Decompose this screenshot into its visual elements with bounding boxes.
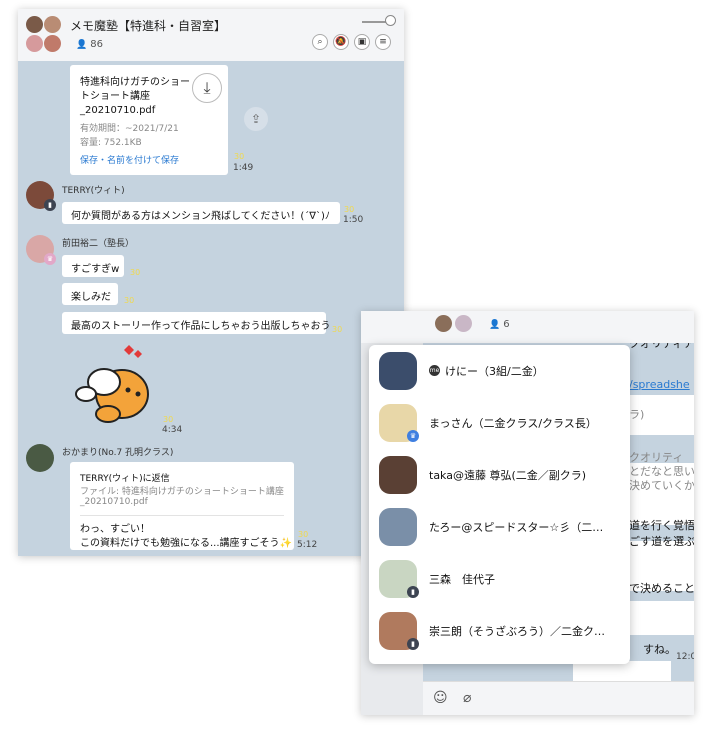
input-toolbar: ☺ ⌀ (423, 681, 694, 715)
attachment-icon[interactable]: ⌀ (463, 690, 471, 706)
message-time: 4:34 (162, 425, 183, 435)
sender-name: 前田裕二（塾長） (62, 239, 135, 249)
chat-header: 👤 6 (361, 311, 694, 343)
pc-badge-icon: ▮ (407, 638, 419, 650)
sticker-image[interactable] (68, 342, 156, 430)
chat-title: メモ魔塾【特進科・自習室】 (70, 19, 227, 33)
message-time: 1:49 (233, 163, 254, 173)
reply-file-line: ファイル: 特進科向けガチのショートショート講座 (80, 487, 284, 497)
message-bubble[interactable]: 何か質問がある方はメンション飛ばしてください！(´∇`)ﾉ (62, 202, 340, 224)
save-link[interactable]: 保存・名前を付けて保存 (80, 153, 179, 166)
member-row[interactable]: ▮ 三森 佳代子 (369, 553, 630, 605)
read-count: 30 (234, 152, 245, 161)
member-row[interactable]: taka@遠藤 尊弘(二金／副クラ) (369, 449, 630, 501)
background-text: で決めること (629, 582, 694, 595)
search-icon[interactable]: ⌕ (312, 34, 328, 50)
reply-file-line: _20210710.pdf (80, 497, 148, 507)
file-size: 容量: 752.1KB (80, 138, 142, 148)
member-name: taka@遠藤 尊弘(二金／副クラ) (429, 469, 587, 482)
reply-divider (80, 515, 284, 516)
message-bubble[interactable]: すごすぎw (62, 255, 124, 277)
background-bubble (619, 601, 694, 635)
member-count-value: 86 (90, 39, 103, 50)
sender-name: TERRY(ウィト) (62, 186, 125, 196)
member-name: まっさん（二金クラス/クラス長） (429, 417, 597, 430)
member-name: 崇三朗（そうざぶろう）／二金ク… (429, 625, 605, 638)
avatar-okamari[interactable] (26, 444, 54, 472)
read-count: 30 (163, 415, 174, 424)
member-list-popup: me けにー（3組/二金） ♛ まっさん（二金クラス/クラス長） taka@遠藤… (369, 345, 630, 664)
background-text: ごす道を選ぶ (629, 535, 694, 548)
reply-message[interactable]: TERRY(ウィト)に返信 ファイル: 特進科向けガチのショートショート講座 _… (70, 462, 294, 550)
group-avatar-4 (44, 35, 61, 52)
member-avatar (379, 352, 417, 390)
message-time: 5:12 (297, 540, 318, 550)
group-avatar-2 (44, 16, 61, 33)
file-name-line: トショート講座 (80, 91, 150, 102)
background-text: 道を行く覚悟 (629, 519, 694, 532)
chat-window-main: メモ魔塾【特進科・自習室】 👤 86 ⌕ 🔕 ▣ ≡ 特進科向けガチのショー トシ… (18, 9, 404, 556)
member-name: 三森 佳代子 (429, 573, 495, 586)
read-count: 30 (124, 296, 135, 305)
read-count: 30 (130, 268, 141, 277)
crown-badge-icon: ♛ (44, 253, 56, 265)
file-name-line: _20210710.pdf (80, 105, 156, 116)
read-count: 30 (344, 205, 355, 214)
member-avatar (379, 508, 417, 546)
reply-text-line: この資料だけでも勉強になる...講座すごそう✨ (80, 538, 292, 549)
background-link[interactable]: /spreadshe (629, 378, 690, 391)
reply-text-line: わっ、すごい！ (80, 524, 150, 535)
message-time: 1:50 (343, 215, 364, 225)
member-count[interactable]: 👤 6 (489, 319, 510, 330)
chat-header: メモ魔塾【特進科・自習室】 👤 86 ⌕ 🔕 ▣ ≡ (18, 9, 404, 61)
emoji-icon[interactable]: ☺ (433, 690, 448, 706)
group-avatar-1 (26, 16, 43, 33)
member-name: けにー（3組/二金） (445, 365, 544, 378)
menu-icon[interactable]: ≡ (375, 34, 391, 50)
person-icon: 👤 (489, 320, 501, 330)
file-name-line: 特進科向けガチのショー (80, 77, 190, 88)
pc-badge-icon: ▮ (407, 586, 419, 598)
file-expiry: 有効期間：~2021/7/21 (80, 124, 179, 134)
member-row[interactable]: ♛ まっさん（二金クラス/クラス長） (369, 397, 630, 449)
reply-to-label: TERRY(ウィト)に返信 (80, 474, 170, 484)
file-message[interactable]: 特進科向けガチのショー トショート講座 _20210710.pdf ⤓ 有効期間… (70, 65, 228, 175)
mute-icon[interactable]: 🔕 (333, 34, 349, 50)
opacity-slider-knob[interactable] (385, 15, 396, 26)
share-icon[interactable]: ⇪ (244, 107, 268, 131)
me-badge-icon: me (429, 365, 440, 376)
message-bubble[interactable]: 楽しみだ (62, 283, 118, 305)
read-count: 30 (332, 325, 343, 334)
background-text: 決めていくか (629, 479, 694, 492)
message-time: 12:0 (676, 652, 694, 662)
download-icon[interactable]: ⤓ (192, 73, 222, 103)
member-row[interactable]: ▮ 崇三朗（そうざぶろう）／二金ク… (369, 605, 630, 657)
member-avatar (379, 456, 417, 494)
message-bubble[interactable]: 最高のストーリー作って作品にしちゃおう出版しちゃおう (62, 312, 331, 334)
member-name: たろー@スピードスター☆彡（二… (429, 521, 604, 534)
group-avatar-1 (435, 315, 452, 332)
file-name: 特進科向けガチのショー トショート講座 _20210710.pdf (80, 76, 198, 118)
background-text: ラ) (629, 408, 645, 421)
background-text: すね。 (643, 643, 676, 656)
album-icon[interactable]: ▣ (354, 34, 370, 50)
member-count-value: 6 (503, 319, 510, 330)
sender-name: おかまり(No.7 孔明クラス) (62, 448, 174, 458)
person-icon: 👤 (76, 40, 88, 50)
crown-badge-icon: ♛ (407, 430, 419, 442)
pc-badge-icon: ▮ (44, 199, 56, 211)
group-avatar-2 (455, 315, 472, 332)
member-count[interactable]: 👤 86 (76, 39, 103, 50)
member-row[interactable]: me けにー（3組/二金） (369, 345, 630, 397)
member-row[interactable]: たろー@スピードスター☆彡（二… (369, 501, 630, 553)
read-count: 30 (298, 530, 309, 539)
group-avatar-3 (26, 35, 43, 52)
